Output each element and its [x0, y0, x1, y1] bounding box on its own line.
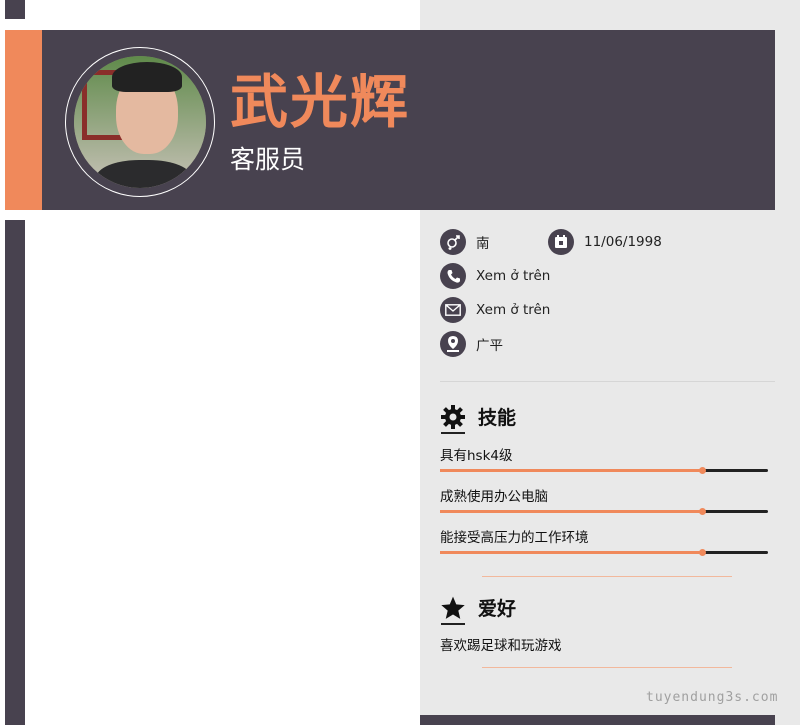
birthday-row: 11/06/1998 [548, 229, 662, 255]
accent-stripe [5, 30, 42, 210]
skill-bar-fill [440, 551, 703, 554]
avatar [74, 56, 206, 188]
cv-header: 武光辉 客服员 [5, 30, 775, 210]
email-value: Xem ở trên [476, 302, 551, 318]
location-icon [440, 331, 466, 357]
email-icon [440, 297, 466, 323]
hobbies-heading-underline [441, 623, 465, 625]
section-separator [482, 576, 732, 577]
skill-label: 具有hsk4级 [440, 448, 513, 464]
skill-label: 能接受高压力的工作环境 [440, 530, 589, 546]
gender-value: 南 [476, 236, 490, 252]
hobbies-text: 喜欢踢足球和玩游戏 [440, 638, 562, 654]
address-value: 广平 [476, 338, 503, 354]
email-row: Xem ở trên [440, 297, 550, 323]
skill-bar [440, 508, 768, 515]
skills-title: 技能 [478, 407, 517, 429]
gender-row: 南 [440, 229, 490, 255]
skill-label: 成熟使用办公电脑 [440, 489, 548, 505]
hobbies-title: 爱好 [478, 598, 517, 620]
hobbies-heading: 爱好 [440, 594, 516, 621]
section-divider [440, 381, 775, 382]
gear-icon [440, 404, 466, 430]
avatar-ring [65, 47, 215, 197]
decorative-bar-top [5, 0, 25, 19]
star-icon [440, 595, 466, 621]
address-row: 广平 [440, 331, 503, 357]
job-title: 客服员 [230, 145, 306, 174]
skill-bar [440, 549, 768, 556]
skill-bar-fill [440, 469, 703, 472]
decorative-bar-bottom [420, 715, 775, 725]
phone-icon [440, 263, 466, 289]
section-separator [482, 667, 732, 668]
skill-bar-fill [440, 510, 703, 513]
skill-bar [440, 467, 768, 474]
skills-heading: 技能 [440, 403, 516, 430]
candidate-name: 武光辉 [230, 68, 411, 136]
phone-value: Xem ở trên [476, 268, 551, 284]
gender-icon [440, 229, 466, 255]
phone-row: Xem ở trên [440, 263, 550, 289]
decorative-bar-left [5, 220, 25, 725]
birthday-value: 11/06/1998 [584, 234, 662, 250]
skills-heading-underline [441, 432, 465, 434]
watermark: tuyendung3s.com [646, 690, 779, 705]
calendar-icon [548, 229, 574, 255]
